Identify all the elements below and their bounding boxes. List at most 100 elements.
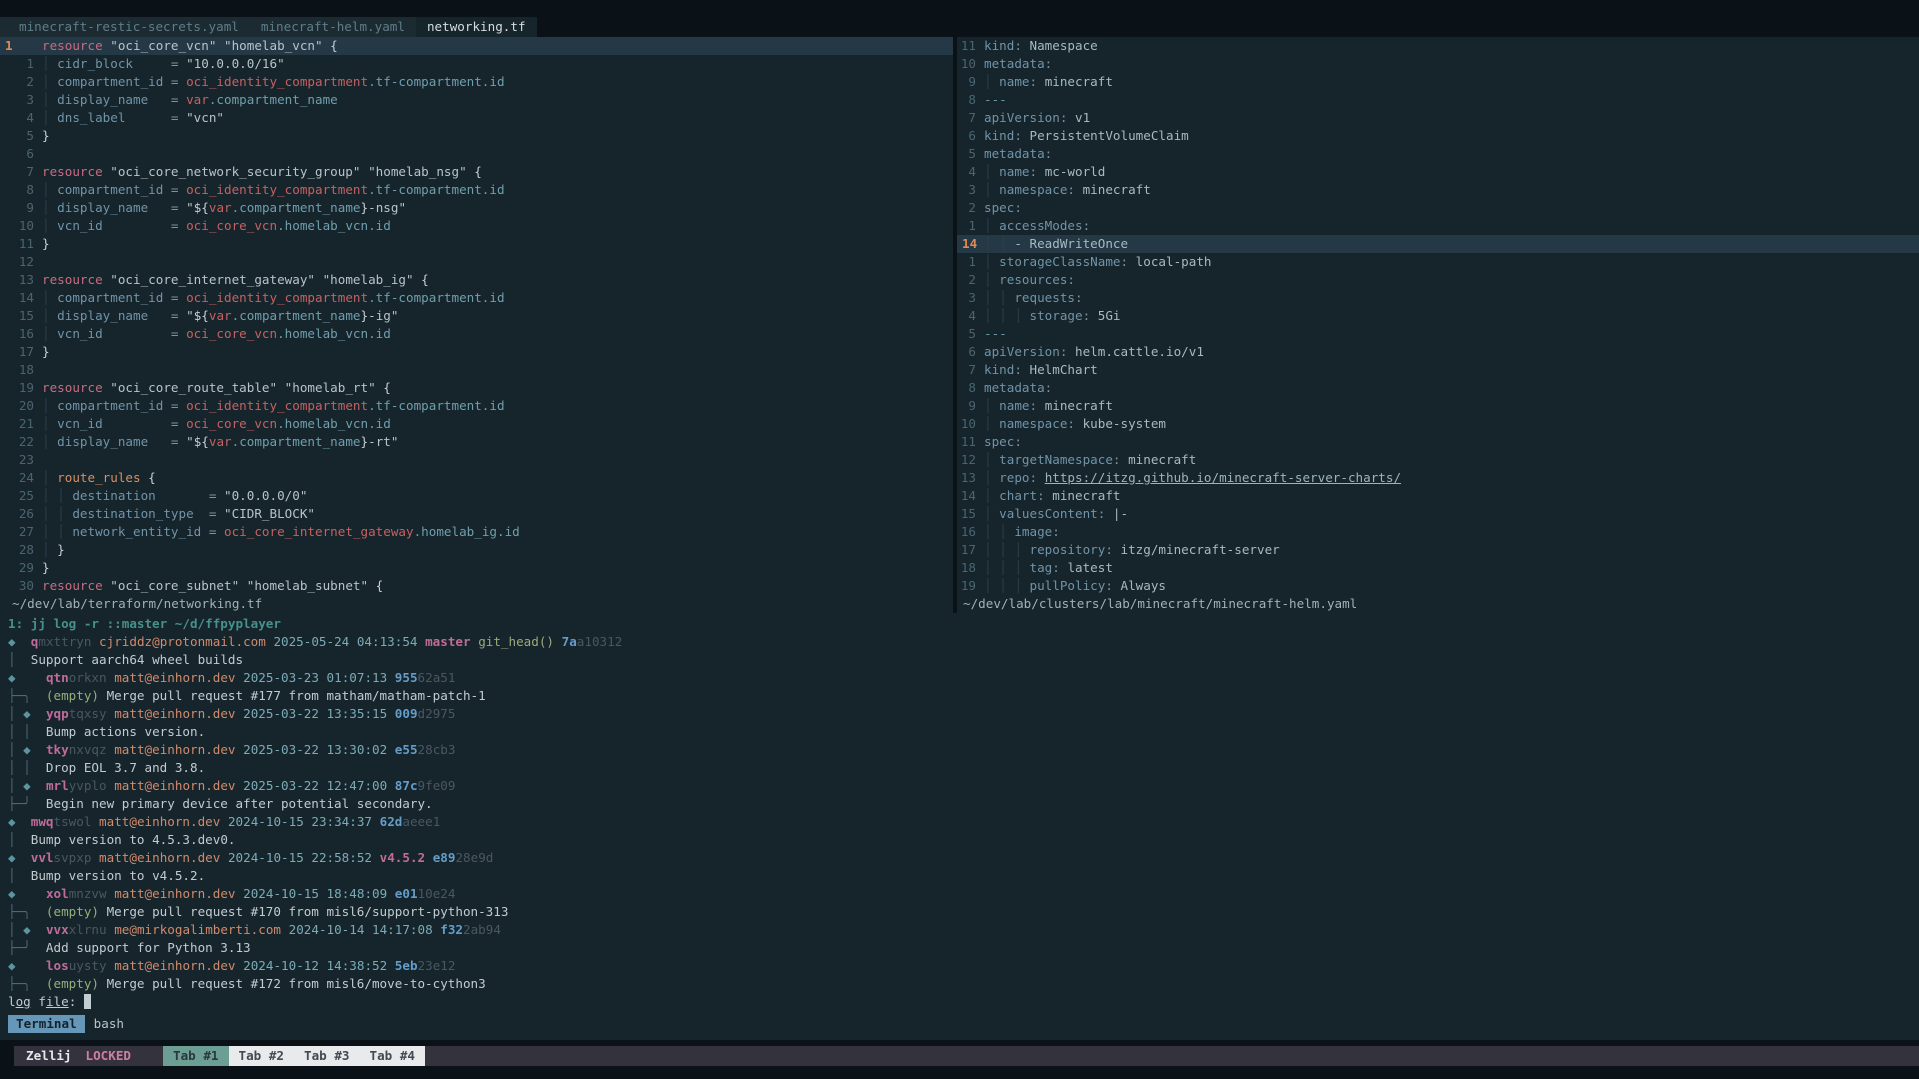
jj-log-line: │ ◆ tkynxvqz matt@einhorn.dev 2025-03-22… [0, 741, 1919, 759]
code-line[interactable]: 11spec: [957, 433, 1919, 451]
code-line[interactable]: 23 [0, 451, 953, 469]
line-number: 13 [0, 271, 34, 289]
code-line[interactable]: 21│ vcn_id = oci_core_vcn.homelab_vcn.id [0, 415, 953, 433]
zellij-tab-tab-3[interactable]: Tab #3 [294, 1046, 360, 1066]
log-file-prompt[interactable]: log file: [0, 993, 1919, 1011]
editor-pane-terraform[interactable]: 1resource "oci_core_vcn" "homelab_vcn" {… [0, 37, 953, 613]
code-line[interactable]: 7kind: HelmChart [957, 361, 1919, 379]
code-line[interactable]: 25│ │ destination = "0.0.0.0/0" [0, 487, 953, 505]
code-line[interactable]: 10│ namespace: kube-system [957, 415, 1919, 433]
code-line[interactable]: 13resource "oci_core_internet_gateway" "… [0, 271, 953, 289]
code-line[interactable]: 18 [0, 361, 953, 379]
code-line[interactable]: 8│ compartment_id = oci_identity_compart… [0, 181, 953, 199]
token-prop: vcn_id [57, 326, 103, 341]
code-line[interactable]: 19│ │ │ pullPolicy: Always [957, 577, 1919, 595]
code-line[interactable]: 4│ dns_label = "vcn" [0, 109, 953, 127]
code-line[interactable]: 2│ compartment_id = oci_identity_compart… [0, 73, 953, 91]
token-t [216, 38, 224, 53]
code-line-cursor[interactable]: 14│ │ - ReadWriteOnce [957, 235, 1919, 253]
code-line[interactable]: 22│ display_name = "${var.compartment_na… [0, 433, 953, 451]
token-blk: route_rules [57, 470, 140, 485]
token-t [103, 326, 171, 341]
code-line[interactable]: 12 [0, 253, 953, 271]
code-line[interactable]: 1│ cidr_block = "10.0.0.0/16" [0, 55, 953, 73]
code-line[interactable]: 7apiVersion: v1 [957, 109, 1919, 127]
code-line[interactable]: 24│ route_rules { [0, 469, 953, 487]
code-line[interactable]: 5--- [957, 325, 1919, 343]
buffer-tab-minecraft-restic-secrets.yaml[interactable]: minecraft-restic-secrets.yaml [8, 17, 250, 37]
code-line[interactable]: 9│ display_name = "${var.compartment_nam… [0, 199, 953, 217]
code-line[interactable]: 1│ accessModes: [957, 217, 1919, 235]
token-em: matt@einhorn.dev [114, 742, 235, 757]
token-ref: var [209, 200, 232, 215]
code-line[interactable]: 19resource "oci_core_route_table" "homel… [0, 379, 953, 397]
token-val: mc-world [1045, 164, 1106, 179]
code-line[interactable]: 9│ name: minecraft [957, 73, 1919, 91]
code-line[interactable]: 7resource "oci_core_network_security_gro… [0, 163, 953, 181]
editor-pane-yaml[interactable]: 11kind: Namespace10metadata:9│ name: min… [953, 37, 1919, 613]
token-t [16, 832, 31, 847]
indent-guide: │ [999, 236, 1014, 251]
code-line[interactable]: 14│ compartment_id = oci_identity_compar… [0, 289, 953, 307]
jj-log-line: │ ◆ yqptqxsy matt@einhorn.dev 2025-03-22… [0, 705, 1919, 723]
code-line[interactable]: 27│ │ network_entity_id = oci_core_inter… [0, 523, 953, 541]
indent-guide: │ [1014, 560, 1029, 575]
code-line[interactable]: 2spec: [957, 199, 1919, 217]
code-line[interactable]: 11} [0, 235, 953, 253]
token-op: = [171, 200, 186, 215]
code-line[interactable]: 16│ vcn_id = oci_core_vcn.homelab_vcn.id [0, 325, 953, 343]
code-line[interactable]: 6 [0, 145, 953, 163]
code-line[interactable]: 1│ storageClassName: local-path [957, 253, 1919, 271]
token-op: = [209, 506, 224, 521]
code-line[interactable]: 4│ │ │ storage: 5Gi [957, 307, 1919, 325]
code-text: metadata: [984, 55, 1052, 73]
buffer-tab-networking.tf[interactable]: networking.tf [416, 17, 537, 37]
zellij-tab-tab-2[interactable]: Tab #2 [229, 1046, 295, 1066]
code-line[interactable]: 30resource "oci_core_subnet" "homelab_su… [0, 577, 953, 595]
indent-guide: │ [57, 488, 72, 503]
code-line[interactable]: 2│ resources: [957, 271, 1919, 289]
code-line[interactable]: 26│ │ destination_type = "CIDR_BLOCK" [0, 505, 953, 523]
code-line[interactable]: 17} [0, 343, 953, 361]
token-ref: oci_identity_compartment [186, 74, 368, 89]
code-line[interactable]: 8metadata: [957, 379, 1919, 397]
code-line[interactable]: 28│ } [0, 541, 953, 559]
code-line[interactable]: 13│ repo: https://itzg.github.io/minecra… [957, 469, 1919, 487]
jj-log-line: ├─╯ Add support for Python 3.13 [0, 939, 1919, 957]
terminal-pane[interactable]: 1: jj log -r ::master ~/d/ffpyplayer◆ qm… [0, 613, 1919, 1040]
buffer-tab-minecraft-helm.yaml[interactable]: minecraft-helm.yaml [250, 17, 416, 37]
token-em: matt@einhorn.dev [114, 778, 235, 793]
code-line[interactable]: 18│ │ │ tag: latest [957, 559, 1919, 577]
code-line[interactable]: 8--- [957, 91, 1919, 109]
code-line[interactable]: 5metadata: [957, 145, 1919, 163]
code-line[interactable]: 6apiVersion: helm.cattle.io/v1 [957, 343, 1919, 361]
token-d: Bump version to v4.5.2. [31, 868, 205, 883]
code-line-cursor[interactable]: 1resource "oci_core_vcn" "homelab_vcn" { [0, 37, 953, 55]
code-line[interactable]: 17│ │ │ repository: itzg/minecraft-serve… [957, 541, 1919, 559]
code-line[interactable]: 15│ display_name = "${var.compartment_na… [0, 307, 953, 325]
zellij-tab-tab-4[interactable]: Tab #4 [360, 1046, 426, 1066]
code-line[interactable]: 9│ name: minecraft [957, 397, 1919, 415]
code-line[interactable]: 14│ chart: minecraft [957, 487, 1919, 505]
code-line[interactable]: 10metadata: [957, 55, 1919, 73]
code-line[interactable]: 12│ targetNamespace: minecraft [957, 451, 1919, 469]
code-line[interactable]: 11kind: Namespace [957, 37, 1919, 55]
code-line[interactable]: 6kind: PersistentVolumeClaim [957, 127, 1919, 145]
code-line[interactable]: 3│ display_name = var.compartment_name [0, 91, 953, 109]
zellij-tab-tab-1[interactable]: Tab #1 [163, 1046, 229, 1066]
token-str: "homelab_rt" [285, 380, 376, 395]
code-line[interactable]: 4│ name: mc-world [957, 163, 1919, 181]
code-line[interactable]: 20│ compartment_id = oci_identity_compar… [0, 397, 953, 415]
code-line[interactable]: 5} [0, 127, 953, 145]
indent-guide: │ [984, 218, 999, 233]
code-line[interactable]: 16│ │ image: [957, 523, 1919, 541]
code-line[interactable]: 10│ vcn_id = oci_core_vcn.homelab_vcn.id [0, 217, 953, 235]
code-line[interactable]: 3│ namespace: minecraft [957, 181, 1919, 199]
line-number: 6 [957, 343, 976, 361]
token-t [236, 670, 244, 685]
code-line[interactable]: 15│ valuesContent: |- [957, 505, 1919, 523]
code-line[interactable]: 3│ │ requests: [957, 289, 1919, 307]
code-line[interactable]: 29} [0, 559, 953, 577]
code-text: │ name: minecraft [984, 397, 1113, 415]
indent-guide: │ [42, 218, 57, 233]
